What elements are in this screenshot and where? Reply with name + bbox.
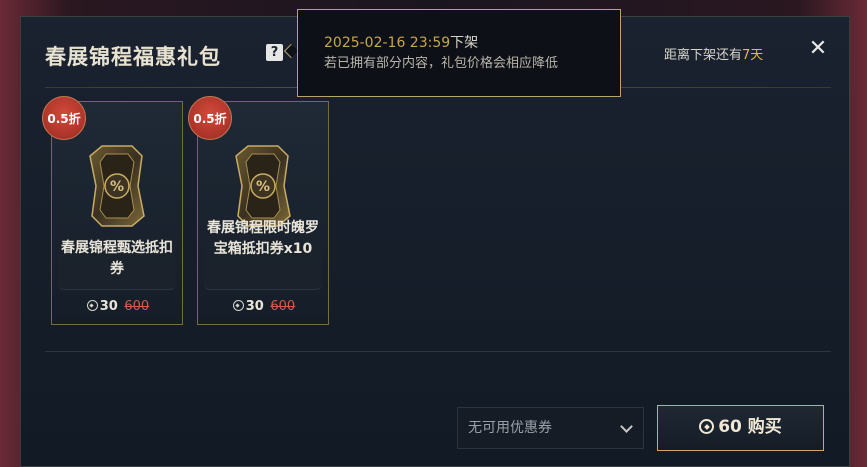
question-mark-icon[interactable]: ? [266,44,283,61]
discount-badge: 0.5折 [42,96,86,140]
discount-badge: 0.5折 [188,96,232,140]
chevron-down-icon [620,420,633,433]
dialog-title: 春展锦程福惠礼包 [45,45,221,69]
coupon-ticket-icon: % [89,145,145,227]
price-value: 30 [245,299,264,314]
original-price: 600 [270,299,296,314]
buy-label: 购买 [747,417,782,437]
removal-date-tooltip: 2025-02-16 23:59下架 若已拥有部分内容，礼包价格会相应降低 [297,9,621,97]
tooltip-date-suffix: 下架 [450,35,479,51]
coupon-ticket-icon: % [235,145,291,227]
coin-icon [232,300,244,311]
coin-icon [699,419,715,434]
coupon-dropdown[interactable]: 无可用优惠券 [457,407,644,449]
tooltip-date-line: 2025-02-16 23:59下架 [324,32,620,54]
countdown-prefix: 距离下架还有 [664,48,743,63]
close-icon[interactable]: ✕ [806,37,830,61]
buy-price: 60 [718,417,742,437]
coin-icon [86,300,98,311]
footer-divider [45,351,831,352]
countdown-text: 距离下架还有7天 [664,44,763,63]
item-card[interactable]: 0.5折 % 春展锦程限时魄罗宝箱抵扣券x10 30 600 [188,96,330,325]
item-price: 30 600 [52,299,184,314]
buy-button[interactable]: 60 购买 [657,405,824,451]
tooltip-note: 若已拥有部分内容，礼包价格会相应降低 [324,56,559,71]
countdown-value: 7天 [742,48,764,63]
original-price: 600 [124,299,150,314]
item-price: 30 600 [198,299,330,314]
svg-text:%: % [256,179,270,195]
svg-text:%: % [110,179,124,195]
price-value: 30 [99,299,118,314]
item-name: 春展锦程限时魄罗宝箱抵扣券x10 [207,220,319,257]
item-name: 春展锦程甄选抵扣券 [61,240,173,277]
coupon-dropdown-value: 无可用优惠券 [468,420,552,436]
item-card[interactable]: 0.5折 % 春展锦程甄选抵扣券 30 600 [42,96,184,325]
tooltip-date: 2025-02-16 23:59 [324,35,451,51]
